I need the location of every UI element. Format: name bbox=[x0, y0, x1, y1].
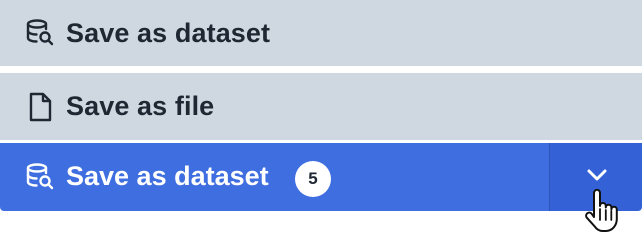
dataset-search-icon bbox=[24, 17, 56, 49]
menu-item-save-as-file[interactable]: Save as file bbox=[0, 73, 642, 140]
dataset-search-icon bbox=[24, 161, 56, 193]
menu-item-label: Save as dataset bbox=[66, 17, 271, 48]
menu-item-save-as-dataset[interactable]: Save as dataset bbox=[0, 0, 642, 66]
menu-item-label: Save as file bbox=[66, 91, 215, 121]
save-split-button: Save as dataset 5 bbox=[0, 143, 642, 211]
chevron-down-icon bbox=[585, 167, 609, 183]
pointer-hand-icon bbox=[584, 188, 618, 233]
save-as-dataset-label: Save as dataset bbox=[66, 161, 269, 191]
save-menu: Save as dataset Save as file Save as dat… bbox=[0, 0, 642, 240]
file-icon bbox=[24, 91, 56, 123]
count-badge: 5 bbox=[295, 161, 331, 197]
save-as-dataset-button[interactable]: Save as dataset 5 bbox=[0, 143, 549, 211]
